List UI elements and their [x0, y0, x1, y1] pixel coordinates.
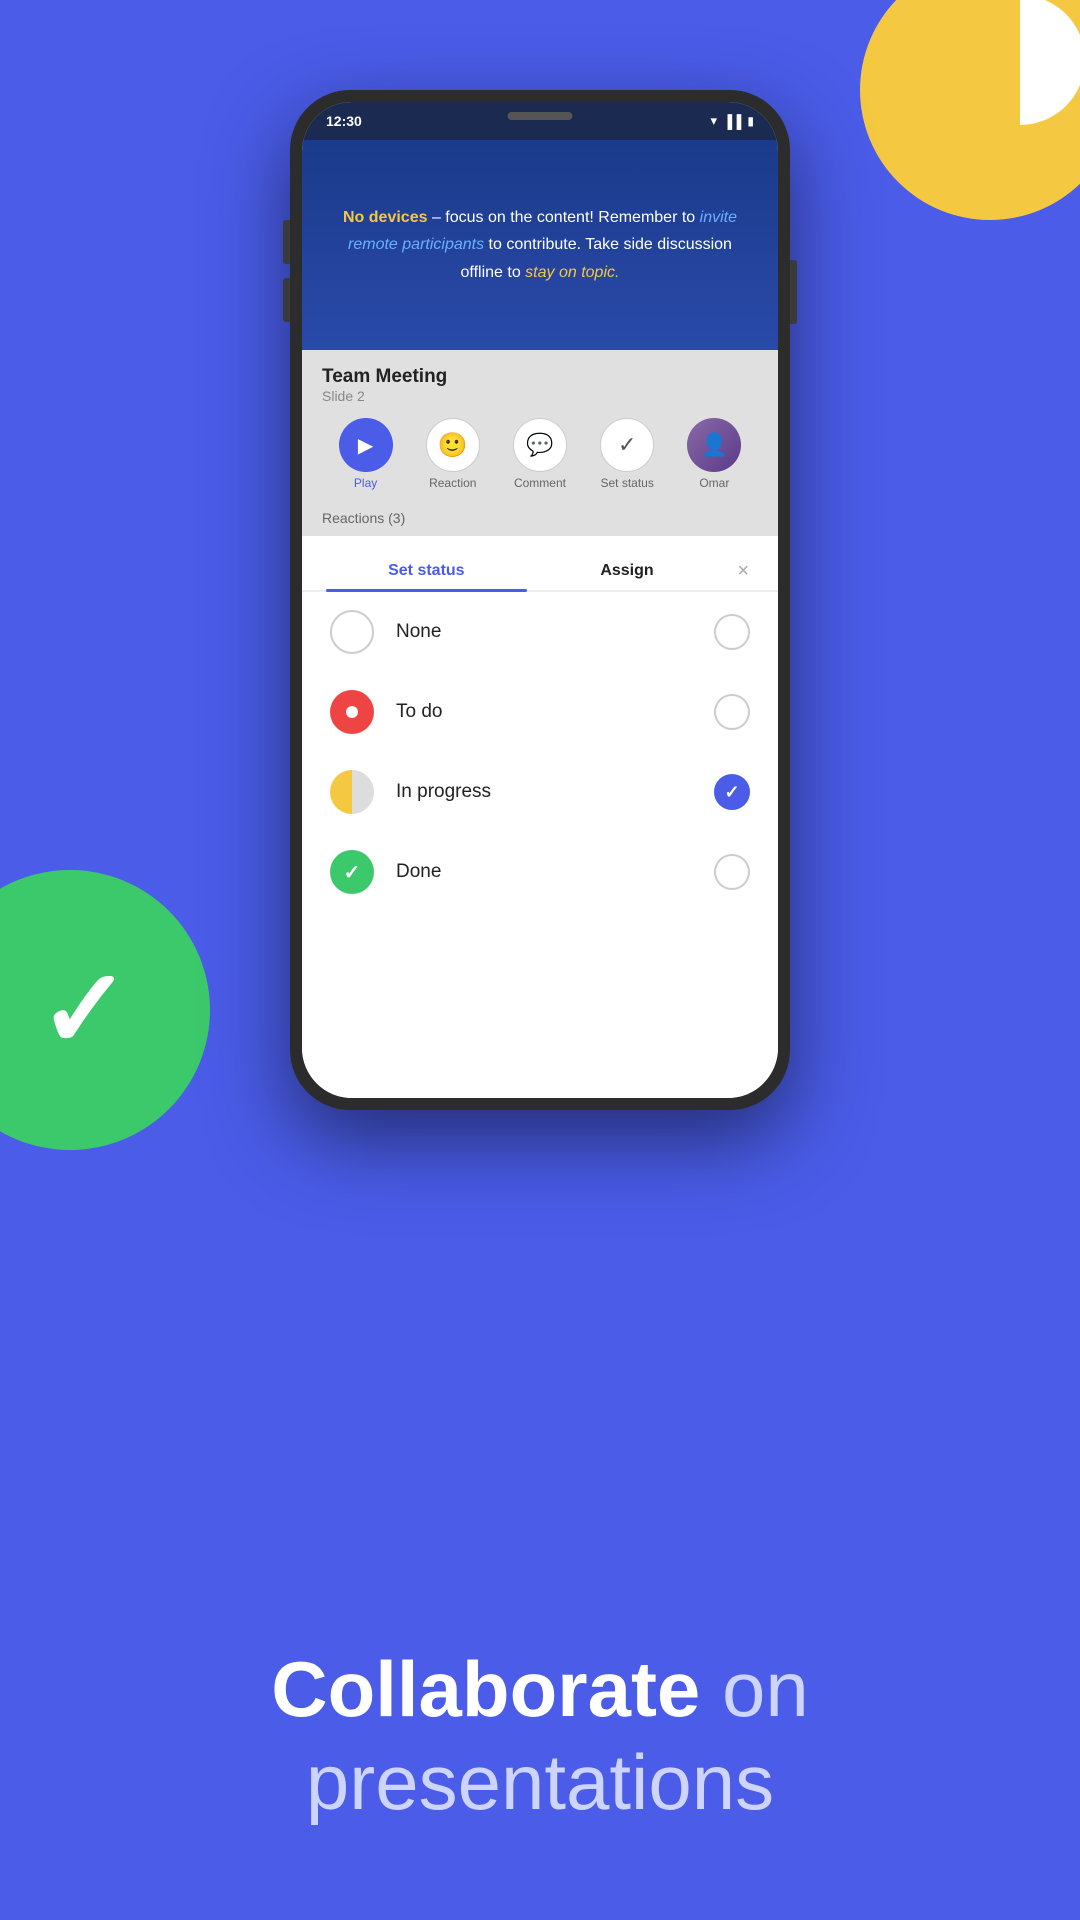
none-radio	[714, 614, 750, 650]
bottom-text: Collaborate on presentations	[0, 1643, 1080, 1830]
reactions-bar: Reactions (3)	[302, 502, 778, 536]
play-label: Play	[354, 476, 377, 490]
todo-status-icon	[330, 690, 374, 734]
omar-control[interactable]: 👤 Omar	[687, 418, 741, 490]
volume-down-button	[283, 278, 290, 322]
controls-row: ▶ Play 🙂 Reaction 💬 Comment	[322, 418, 758, 490]
battery-icon: ▮	[747, 114, 754, 128]
none-status-icon	[330, 610, 374, 654]
inprogress-status-icon	[330, 770, 374, 814]
bottom-headline: Collaborate on presentations	[60, 1643, 1020, 1830]
reactions-count-label: Reactions (3)	[322, 510, 405, 526]
slide-no-devices: No devices	[343, 209, 427, 226]
todo-dot	[346, 706, 358, 718]
status-inprogress-item[interactable]: In progress ✓	[302, 752, 778, 832]
none-label: None	[396, 621, 441, 643]
status-time: 12:30	[326, 113, 362, 129]
status-done-item[interactable]: ✓ Done	[302, 832, 778, 912]
status-none-item[interactable]: None	[302, 592, 778, 672]
inprogress-label: In progress	[396, 781, 491, 803]
bottom-presentations: presentations	[306, 1738, 774, 1826]
deco-checkmark-icon: ✓	[39, 955, 131, 1065]
sheet-tabs: Set status Assign ×	[302, 536, 778, 592]
status-done-left: ✓ Done	[330, 850, 441, 894]
omar-avatar: 👤	[687, 418, 741, 472]
tab-set-status[interactable]: Set status	[326, 552, 527, 590]
bottom-sheet: Set status Assign × None	[302, 536, 778, 1098]
status-todo-left: To do	[330, 690, 442, 734]
reaction-icon: 🙂	[426, 418, 480, 472]
status-bar: 12:30 ▾ ▐▐ ▮	[302, 102, 778, 140]
todo-radio	[714, 694, 750, 730]
set-status-icon: ✓	[600, 418, 654, 472]
done-radio	[714, 854, 750, 890]
status-icons: ▾ ▐▐ ▮	[710, 113, 754, 129]
wifi-icon: ▾	[710, 113, 717, 129]
sheet-content: None To do	[302, 592, 778, 1098]
power-button	[790, 260, 797, 324]
status-none-left: None	[330, 610, 441, 654]
slide-text-1: – focus on the content! Remember to	[432, 209, 700, 226]
play-control[interactable]: ▶ Play	[339, 418, 393, 490]
slide-link-2: stay on topic.	[525, 264, 619, 281]
reaction-label: Reaction	[429, 476, 476, 490]
signal-icon: ▐▐	[723, 114, 741, 129]
meeting-title: Team Meeting	[322, 366, 758, 388]
tab-assign[interactable]: Assign	[527, 552, 728, 590]
inprogress-right-half	[352, 770, 374, 814]
slide-area: No devices – focus on the content! Remem…	[302, 140, 778, 350]
phone-speaker	[508, 112, 573, 120]
phone-screen: 12:30 ▾ ▐▐ ▮ No devices – focus on the c…	[302, 102, 778, 1098]
phone-wrapper: 12:30 ▾ ▐▐ ▮ No devices – focus on the c…	[290, 90, 790, 1110]
tab-active-indicator	[326, 589, 527, 592]
bottom-bold: Collaborate	[271, 1645, 700, 1733]
reaction-control[interactable]: 🙂 Reaction	[426, 418, 480, 490]
meeting-slide-label: Slide 2	[322, 388, 758, 404]
done-label: Done	[396, 861, 441, 883]
status-todo-item[interactable]: To do	[302, 672, 778, 752]
slide-text: No devices – focus on the content! Remem…	[330, 204, 750, 286]
set-status-control[interactable]: ✓ Set status	[600, 418, 654, 490]
inprogress-radio-selected: ✓	[714, 774, 750, 810]
comment-control[interactable]: 💬 Comment	[513, 418, 567, 490]
inprogress-left-half	[330, 770, 352, 814]
omar-label: Omar	[699, 476, 729, 490]
bottom-light: on	[722, 1645, 809, 1733]
comment-label: Comment	[514, 476, 566, 490]
phone-frame: 12:30 ▾ ▐▐ ▮ No devices – focus on the c…	[290, 90, 790, 1110]
volume-up-button	[283, 220, 290, 264]
deco-white-half	[955, 0, 1080, 125]
meeting-section: Team Meeting Slide 2 ▶ Play 🙂 Reaction	[302, 350, 778, 502]
todo-label: To do	[396, 701, 442, 723]
done-status-icon: ✓	[330, 850, 374, 894]
set-status-label: Set status	[600, 476, 653, 490]
sheet-close-button[interactable]: ×	[727, 555, 754, 588]
status-inprogress-left: In progress	[330, 770, 491, 814]
comment-icon: 💬	[513, 418, 567, 472]
play-icon: ▶	[339, 418, 393, 472]
